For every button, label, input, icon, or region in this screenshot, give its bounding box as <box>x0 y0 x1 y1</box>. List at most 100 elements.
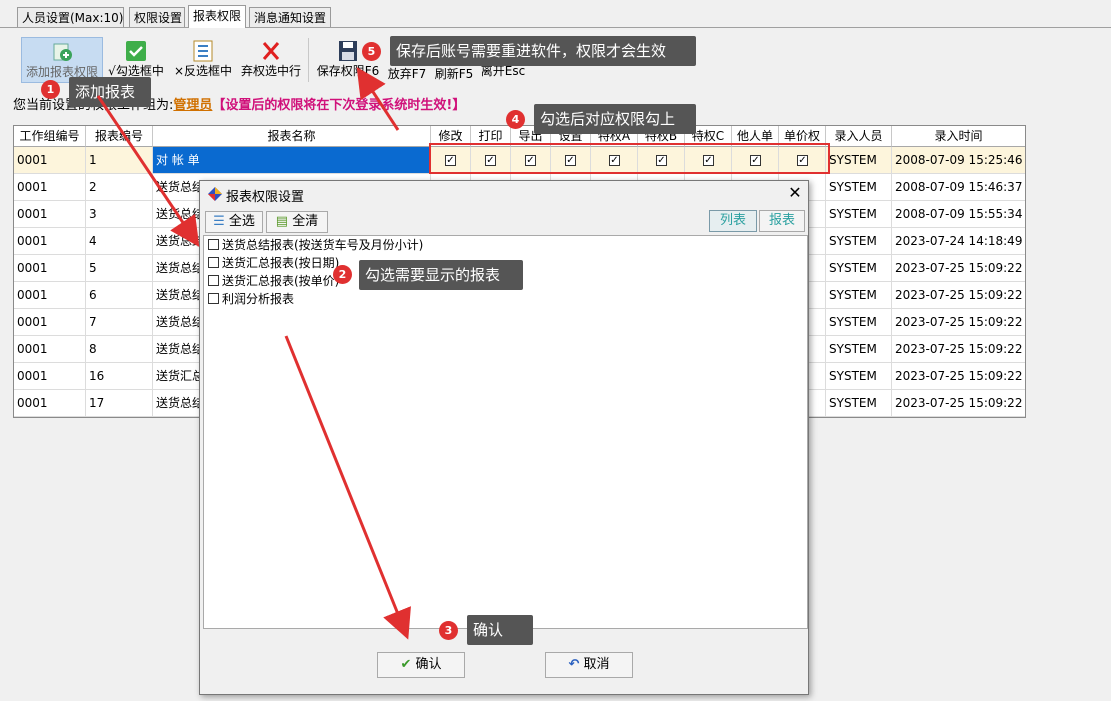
entered-by-cell: SYSTEM <box>826 336 892 362</box>
callout-save-note: 保存后账号需要重进软件，权限才会生效 <box>390 36 696 66</box>
callout-add-report: 添加报表 <box>69 77 151 107</box>
list-view-tab[interactable]: 列表 <box>709 210 757 232</box>
checkbox-icon[interactable] <box>208 293 219 304</box>
entered-by-cell: SYSTEM <box>826 390 892 416</box>
callout-confirm: 确认 <box>467 615 533 645</box>
entry-time-cell: 2008-07-09 15:46:37 <box>895 180 1023 194</box>
report-item-label: 送货汇总报表(按单价) <box>222 274 340 288</box>
ok-label: 确认 <box>415 657 442 672</box>
entry-time-cell: 2023-07-25 15:09:22 <box>895 396 1023 410</box>
entered-by-cell: SYSTEM <box>826 363 892 389</box>
group-cell[interactable]: 0001 <box>14 282 86 308</box>
check-icon <box>126 41 146 61</box>
step-badge-2: 2 <box>333 265 352 284</box>
group-cell[interactable]: 0001 <box>14 255 86 281</box>
entered-by-cell: SYSTEM <box>826 282 892 308</box>
checkbox-icon[interactable] <box>208 239 219 250</box>
report-id-cell[interactable]: 16 <box>86 363 153 389</box>
report-name-cell[interactable]: 对 帐 单 <box>153 147 431 173</box>
group-cell[interactable]: 0001 <box>14 309 86 335</box>
entry-time-cell: 2008-07-09 15:55:34 <box>895 207 1023 221</box>
entry-time-cell: 2023-07-25 15:09:22 <box>895 288 1023 302</box>
app-diamond-icon <box>208 187 222 201</box>
group-cell[interactable]: 0001 <box>14 363 86 389</box>
report-view-tab[interactable]: 报表 <box>759 210 805 232</box>
report-id-cell[interactable]: 8 <box>86 336 153 362</box>
group-cell[interactable]: 0001 <box>14 390 86 416</box>
leave-button-label: 离开Esc <box>480 64 526 78</box>
group-cell[interactable]: 0001 <box>14 228 86 254</box>
entered-by-cell: SYSTEM <box>826 201 892 227</box>
cancel-button[interactable]: ↶ 取消 <box>545 652 633 678</box>
report-checkbox-item[interactable]: 送货总结报表(按送货车号及月份小计) <box>208 236 423 254</box>
report-id-cell[interactable]: 7 <box>86 309 153 335</box>
callout-check-reports: 勾选需要显示的报表 <box>359 260 523 290</box>
ok-check-icon: ✔ <box>400 657 412 672</box>
save-button-label: 保存权限F6 <box>316 64 380 78</box>
col-header-entered-by[interactable]: 录入人员 <box>826 126 892 147</box>
report-checkbox-item[interactable]: 利润分析报表 <box>208 290 294 308</box>
step-badge-1: 1 <box>41 80 60 99</box>
report-id-cell[interactable]: 5 <box>86 255 153 281</box>
role-link[interactable]: 管理员 <box>173 98 212 113</box>
step-badge-5: 5 <box>362 42 381 61</box>
col-header-report-name[interactable]: 报表名称 <box>153 126 431 147</box>
group-cell[interactable]: 0001 <box>14 147 86 173</box>
clear-all-button[interactable]: ▤ 全清 <box>266 211 328 233</box>
report-item-label: 送货总结报表(按送货车号及月份小计) <box>222 238 424 252</box>
ok-button[interactable]: ✔ 确认 <box>377 652 465 678</box>
toolbar-separator <box>308 38 309 82</box>
tab-permission[interactable]: 权限设置 <box>129 7 185 27</box>
highlight-permission-checks <box>429 143 830 174</box>
notice-warning: 【设置后的权限将在下次登录系统时生效!】 <box>212 98 466 113</box>
entered-by-cell: SYSTEM <box>826 309 892 335</box>
report-id-cell[interactable]: 2 <box>86 174 153 200</box>
report-checkbox-item[interactable]: 送货汇总报表(按单价) <box>208 272 339 290</box>
group-cell[interactable]: 0001 <box>14 174 86 200</box>
close-icon[interactable]: ✕ <box>786 183 804 203</box>
entry-time-cell: 2008-07-09 15:25:46 <box>895 153 1023 167</box>
col-header-group[interactable]: 工作组编号 <box>14 126 86 147</box>
checkbox-icon[interactable] <box>208 275 219 286</box>
tab-notification[interactable]: 消息通知设置 <box>249 7 331 27</box>
report-id-cell[interactable]: 17 <box>86 390 153 416</box>
refresh-button-label: 刷新F5 <box>434 67 474 81</box>
group-cell[interactable]: 0001 <box>14 201 86 227</box>
check-button-label: √勾选框中 <box>108 64 164 78</box>
drop-row-button[interactable]: 弃权选中行 <box>238 37 304 83</box>
col-header-report-id[interactable]: 报表编号 <box>86 126 153 147</box>
entered-by-cell: SYSTEM <box>826 255 892 281</box>
select-all-icon: ☰ <box>213 214 225 229</box>
add-report-icon <box>53 43 72 61</box>
entry-time-cell: 2023-07-25 15:09:22 <box>895 315 1023 329</box>
callout-permissions-checked: 勾选后对应权限勾上 <box>534 104 696 134</box>
entry-time-cell: 2023-07-25 15:09:22 <box>895 261 1023 275</box>
report-id-cell[interactable]: 4 <box>86 228 153 254</box>
entry-time-cell: 2023-07-25 15:09:22 <box>895 342 1023 356</box>
drop-button-label: 弃权选中行 <box>240 64 301 78</box>
clear-all-label: 全清 <box>292 214 319 229</box>
entered-by-cell: SYSTEM <box>826 174 892 200</box>
entered-by-cell: SYSTEM <box>826 147 892 173</box>
report-item-label: 送货汇总报表(按日期) <box>222 256 340 270</box>
checkbox-icon[interactable] <box>208 257 219 268</box>
report-checkbox-item[interactable]: 送货汇总报表(按日期) <box>208 254 339 272</box>
col-header-entry-time[interactable]: 录入时间 <box>892 126 1025 147</box>
report-list: 送货总结报表(按送货车号及月份小计) 送货汇总报表(按日期) 送货汇总报表(按单… <box>203 235 808 629</box>
undo-icon: ↶ <box>568 657 580 672</box>
report-item-label: 利润分析报表 <box>222 292 295 306</box>
tab-personnel[interactable]: 人员设置(Max:10) <box>17 7 124 27</box>
entry-time-cell: 2023-07-24 14:18:49 <box>895 234 1023 248</box>
select-all-button[interactable]: ☰ 全选 <box>205 211 263 233</box>
step-badge-4: 4 <box>506 110 525 129</box>
invert-selected-button[interactable]: ×反选框中 <box>172 37 234 83</box>
discard-button-label: 放弃F7 <box>387 67 427 81</box>
report-id-cell[interactable]: 1 <box>86 147 153 173</box>
delete-x-icon <box>262 42 280 60</box>
report-id-cell[interactable]: 6 <box>86 282 153 308</box>
tab-report-permission[interactable]: 报表权限 <box>188 5 246 28</box>
dialog-title: 报表权限设置 <box>226 190 305 205</box>
report-id-cell[interactable]: 3 <box>86 201 153 227</box>
clear-all-icon: ▤ <box>275 214 289 229</box>
group-cell[interactable]: 0001 <box>14 336 86 362</box>
